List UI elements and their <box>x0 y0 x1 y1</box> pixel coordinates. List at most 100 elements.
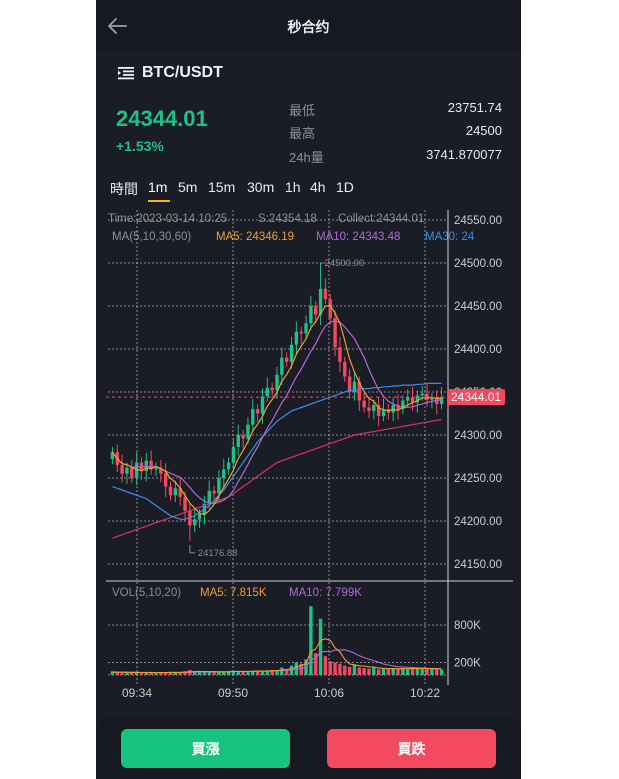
chart-info-s: S:24354.18 <box>258 213 317 225</box>
volume-bar <box>323 656 328 675</box>
ma30-legend: MA30: 24 <box>425 231 475 243</box>
volume-bar <box>115 672 119 675</box>
kline-chart[interactable]: Time:2023-03-14 10:25 S:24354.18 Collect… <box>96 205 521 710</box>
volume-bar <box>154 673 158 675</box>
candle-body <box>226 462 231 470</box>
volume-axis: 800K 200K <box>454 620 481 670</box>
volume-bar <box>333 662 337 675</box>
stat-label: 最高 <box>289 126 316 141</box>
volume-bar <box>439 669 444 675</box>
price-tick-label: 24450.00 <box>454 301 502 313</box>
candle-body <box>255 409 260 414</box>
candle-body <box>410 397 415 403</box>
candle-body <box>183 496 187 511</box>
candle-body <box>217 478 221 494</box>
volume-bar <box>362 668 366 675</box>
time-axis: 09:34 09:50 10:06 10:22 <box>122 686 440 700</box>
time-tick-label: 09:34 <box>122 686 152 700</box>
min-price-marker: 24176.88 <box>198 548 238 559</box>
stat-low: 最低 23751.74 <box>289 100 502 118</box>
price-tick-label: 24200.00 <box>454 516 502 528</box>
tab-5m[interactable]: 5m <box>178 179 197 195</box>
candle-body <box>420 393 424 396</box>
min-marker-tick <box>189 544 195 554</box>
volume-grid <box>108 624 446 676</box>
candle-body <box>289 344 294 362</box>
volume-bar <box>420 668 424 675</box>
candle-body <box>275 374 279 391</box>
ma60-line <box>112 418 442 539</box>
tab-time[interactable]: 時間 <box>110 179 138 199</box>
vol-ma5-legend: MA5: 7.815K <box>200 587 267 599</box>
candle-body <box>260 396 265 414</box>
volume-bar <box>241 671 245 675</box>
app-screen: 秒合约 BTC/USDT 24344.01 +1.53% 最低 23751.74… <box>96 0 521 779</box>
tab-1h[interactable]: 1h <box>285 179 301 195</box>
volume-bar <box>328 661 332 675</box>
volume-bar <box>352 665 357 675</box>
volume-bars <box>110 606 444 675</box>
candle-body <box>372 404 376 411</box>
tab-4h[interactable]: 4h <box>310 179 326 195</box>
tab-30m[interactable]: 30m <box>247 179 274 195</box>
candle-body <box>125 467 129 474</box>
last-price-label: 24344.01 <box>451 390 501 404</box>
buy-up-button[interactable]: 買漲 <box>121 729 290 768</box>
candle-body <box>347 376 352 392</box>
volume-bar <box>139 673 144 675</box>
volume-bar <box>435 669 439 675</box>
last-price: 24344.01 <box>116 106 208 131</box>
vol-ma10-legend: MA10: 7.799K <box>289 587 362 599</box>
volume-bar <box>372 667 376 675</box>
ma5-legend: MA5: 24346.19 <box>216 231 294 243</box>
candle-body <box>193 519 197 526</box>
volume-bar <box>425 668 429 675</box>
tab-15m[interactable]: 15m <box>208 179 235 195</box>
candle-body <box>231 447 236 463</box>
candle-body <box>207 490 211 504</box>
volume-bar <box>410 668 415 675</box>
menu-list-icon[interactable] <box>118 66 134 80</box>
trading-pair: BTC/USDT <box>142 64 223 81</box>
candle-body <box>362 400 366 408</box>
ma10-legend: MA10: 24343.48 <box>316 231 400 243</box>
ma5-line <box>111 304 442 516</box>
volume-tick-label: 800K <box>454 620 481 632</box>
tab-1m[interactable]: 1m <box>148 179 167 195</box>
candle-body <box>241 435 245 439</box>
volume-bar <box>396 668 400 675</box>
volume-bar <box>381 668 386 675</box>
volume-bar <box>367 668 371 675</box>
candle-body <box>168 486 173 496</box>
candle-body <box>299 331 303 334</box>
price-tick-label: 24550.00 <box>454 215 502 227</box>
price-tick-label: 24500.00 <box>454 258 502 270</box>
candlesticks <box>110 263 444 541</box>
candle-body <box>343 361 347 377</box>
candle-body <box>284 357 289 362</box>
candle-body <box>338 347 342 362</box>
action-bar: 買漲 買跌 <box>96 717 521 779</box>
volume-bar <box>197 672 202 675</box>
time-tick-label: 10:06 <box>314 686 344 700</box>
candle-body <box>173 488 178 496</box>
volume-legend: VOL(5,10,20) MA5: 7.815K MA10: 7.799K <box>112 587 362 599</box>
tab-1d[interactable]: 1D <box>336 179 354 195</box>
volume-bar <box>406 669 410 675</box>
price-tick-label: 24250.00 <box>454 473 502 485</box>
stat-value: 3741.870077 <box>426 147 502 162</box>
chart-info-collect: Collect:24344.01 <box>338 213 424 225</box>
candle-body <box>323 288 328 300</box>
candle-body <box>120 465 124 474</box>
candle-body <box>328 299 332 319</box>
candle-body <box>367 407 371 411</box>
max-price-marker: 24500.00 <box>325 258 365 269</box>
volume-bar <box>309 606 313 675</box>
candle-body <box>270 387 274 391</box>
candle-body <box>246 424 250 439</box>
volume-bar <box>202 672 207 675</box>
stat-volume-24h: 24h量 3741.870077 <box>289 147 502 165</box>
volume-bar <box>376 669 381 675</box>
buy-down-button[interactable]: 買跌 <box>327 729 496 768</box>
time-tick-label: 10:22 <box>410 686 440 700</box>
